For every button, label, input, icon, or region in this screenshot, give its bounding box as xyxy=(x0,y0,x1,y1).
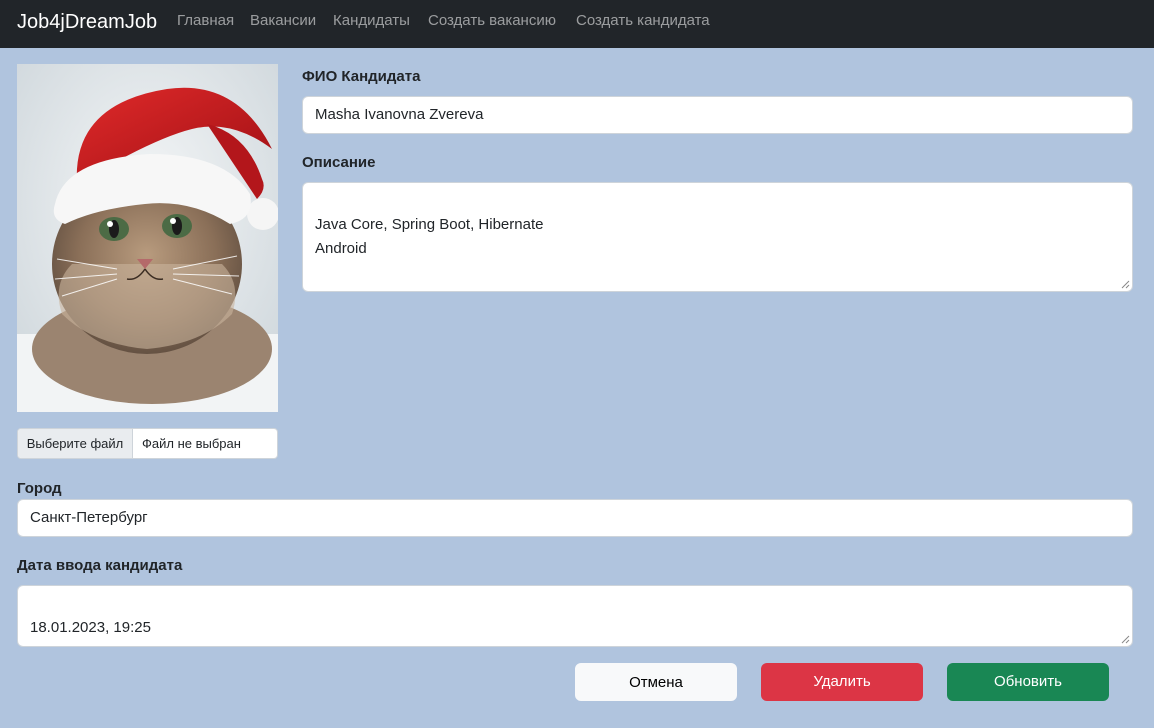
delete-button[interactable]: Удалить xyxy=(761,663,923,701)
resize-grip-icon[interactable] xyxy=(1121,635,1130,644)
description-text: Java Core, Spring Boot, Hibernate Androi… xyxy=(315,216,544,257)
choose-file-button[interactable]: Выберите файл xyxy=(18,429,133,458)
candidate-photo xyxy=(17,64,278,412)
name-input[interactable]: Masha Ivanovna Zvereva xyxy=(302,96,1133,134)
city-label: Город xyxy=(17,480,62,497)
update-button[interactable]: Обновить xyxy=(947,663,1109,701)
date-text: 18.01.2023, 19:25 xyxy=(30,619,151,636)
cat-photo-illustration xyxy=(17,64,278,412)
brand-logo[interactable]: Job4jDreamJob xyxy=(17,10,157,34)
description-label: Описание xyxy=(302,154,376,171)
file-status-text: Файл не выбран xyxy=(142,436,241,451)
nav-link-create-vacancy[interactable]: Создать вакансию xyxy=(428,12,556,30)
top-navbar: Job4jDreamJob Главная Вакансии Кандидаты… xyxy=(0,0,1154,48)
nav-link-candidates[interactable]: Кандидаты xyxy=(333,12,410,30)
cancel-button[interactable]: Отмена xyxy=(575,663,737,701)
name-label: ФИО Кандидата xyxy=(302,68,421,85)
nav-link-vacancies[interactable]: Вакансии xyxy=(250,12,316,30)
date-label: Дата ввода кандидата xyxy=(17,557,183,574)
photo-file-input[interactable]: Выберите файл Файл не выбран xyxy=(17,428,278,459)
resize-grip-icon[interactable] xyxy=(1121,280,1130,289)
city-select[interactable]: Санкт-Петербург xyxy=(17,499,1133,537)
date-textarea[interactable]: 18.01.2023, 19:25 xyxy=(17,585,1133,647)
nav-link-create-candidate[interactable]: Создать кандидата xyxy=(576,12,710,30)
description-textarea[interactable]: Java Core, Spring Boot, Hibernate Androi… xyxy=(302,182,1133,292)
nav-link-home[interactable]: Главная xyxy=(177,12,234,30)
